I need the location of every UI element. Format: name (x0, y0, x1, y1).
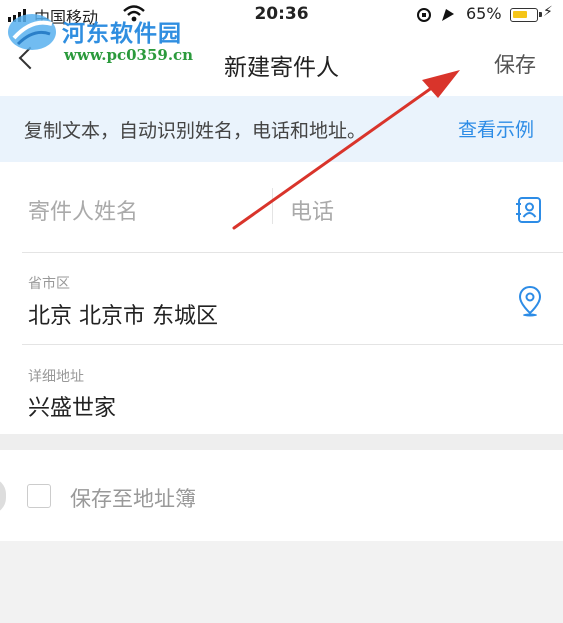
view-example-link[interactable]: 查看示例 (458, 115, 534, 142)
save-button[interactable]: 保存 (494, 49, 536, 79)
watermark-url: www.pc0359.cn (64, 46, 194, 64)
save-to-address-book-row[interactable]: 保存至地址簿 (0, 450, 563, 541)
region-label: 省市区 (28, 276, 70, 292)
phone-input[interactable]: 电话 (290, 194, 334, 226)
battery-icon (510, 8, 542, 22)
save-to-address-book-label: 保存至地址簿 (70, 487, 196, 511)
orientation-lock-icon (417, 8, 454, 22)
section-gap (0, 434, 563, 450)
charging-icon: ⚡ (543, 4, 553, 20)
empty-background (0, 541, 563, 623)
divider (22, 252, 563, 253)
battery-percentage: 65% (466, 4, 502, 23)
smart-fill-banner: 复制文本，自动识别姓名，电话和地址。 查看示例 (0, 96, 563, 162)
location-pin-icon[interactable] (518, 285, 542, 317)
sender-form: 寄件人姓名 电话 省市区 北京 北京市 东城区 详细地址 兴盛世家 (0, 162, 563, 434)
hint-text: 复制文本，自动识别姓名，电话和地址。 (24, 120, 367, 142)
edge-handle (0, 478, 6, 514)
contact-book-icon[interactable] (515, 196, 543, 224)
save-to-address-book-checkbox[interactable] (27, 484, 51, 508)
sender-name-input[interactable]: 寄件人姓名 (28, 194, 138, 226)
address-field[interactable]: 兴盛世家 (28, 390, 116, 422)
divider (22, 344, 563, 345)
watermark-logo (8, 14, 56, 50)
field-separator (272, 188, 273, 224)
watermark-site-name: 河东软件园 (62, 20, 182, 47)
address-label: 详细地址 (28, 369, 84, 385)
region-field[interactable]: 北京 北京市 东城区 (28, 298, 218, 330)
